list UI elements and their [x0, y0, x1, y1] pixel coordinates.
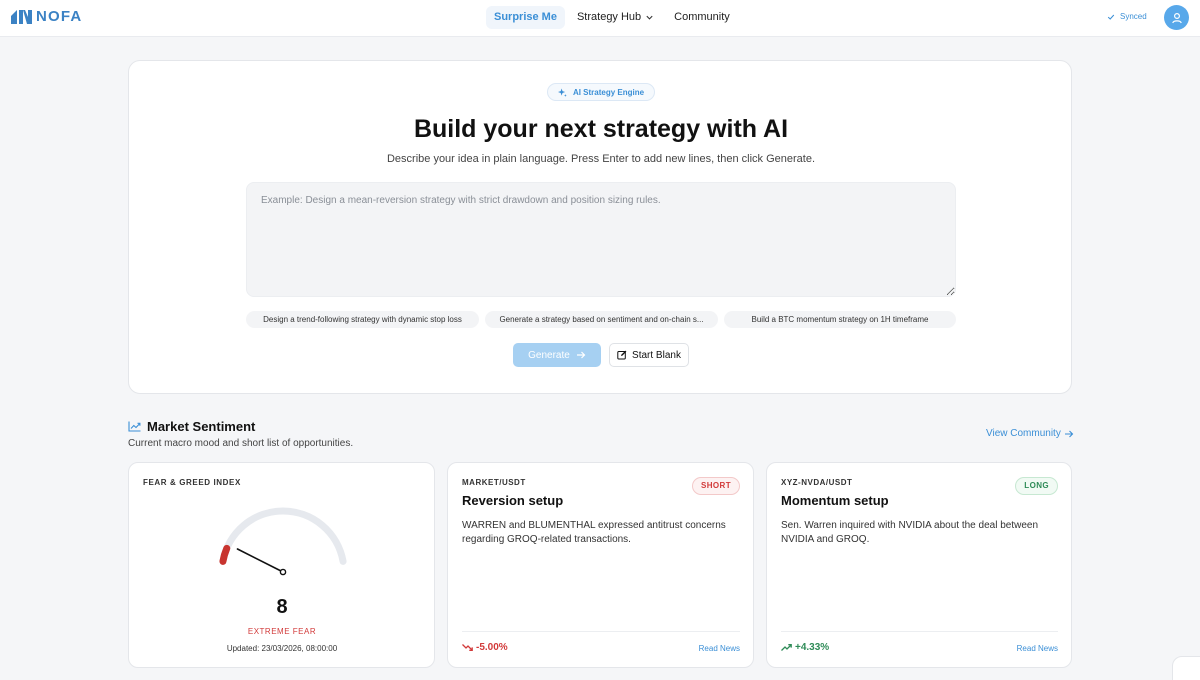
price-change: +4.33%: [781, 642, 829, 653]
fear-greed-updated: Updated: 23/03/2026, 08:00:00: [226, 644, 338, 653]
nav-item-strategy-hub[interactable]: Strategy Hub: [569, 6, 662, 29]
start-blank-button-label: Start Blank: [632, 349, 681, 361]
opportunity-description: WARREN and BLUMENTHAL expressed antitrus…: [462, 520, 726, 545]
ai-engine-badge-label: AI Strategy Engine: [572, 87, 645, 97]
logo-text: NOFA: [36, 8, 83, 25]
nav-item-community[interactable]: Community: [666, 6, 738, 29]
gauge-needle: [236, 548, 284, 573]
page-subtitle: Describe your idea in plain language. Pr…: [386, 153, 816, 165]
logo-mark-icon: [11, 10, 32, 24]
check-icon: [1107, 14, 1115, 20]
opportunity-title: Momentum setup: [781, 493, 889, 508]
suggestion-chip[interactable]: Generate a strategy based on sentiment a…: [485, 311, 718, 328]
trending-chart-icon: [128, 421, 141, 432]
side-badge-short: SHORT: [692, 477, 740, 495]
market-sentiment-heading: Market Sentiment: [128, 419, 255, 434]
price-change-value: +4.33%: [795, 642, 830, 653]
side-badge-long: LONG: [1015, 477, 1058, 495]
read-news-link[interactable]: Read News: [1017, 644, 1058, 653]
top-navigation-bar: NOFA Surprise Me Strategy Hub Community …: [0, 0, 1200, 37]
fear-greed-gauge: [219, 507, 347, 576]
generate-button[interactable]: Generate: [513, 343, 601, 367]
sync-status: Synced: [1107, 12, 1147, 21]
read-news-link[interactable]: Read News: [699, 644, 740, 653]
brand-logo[interactable]: NOFA: [11, 9, 82, 25]
sparkle-icon: [557, 87, 567, 97]
fear-greed-classification: EXTREME FEAR: [247, 627, 317, 636]
floating-panel-tab[interactable]: [1172, 656, 1200, 680]
nav-item-surprise-me[interactable]: Surprise Me: [486, 6, 565, 29]
gauge-fill: [219, 544, 231, 565]
opportunity-pair: XYZ-NVDA/USDT: [781, 478, 853, 487]
gauge-hub: [279, 568, 287, 576]
fear-greed-label: FEAR & GREED INDEX: [143, 478, 241, 487]
fear-greed-value: 8: [276, 596, 288, 618]
strategy-prompt-input[interactable]: [246, 182, 956, 297]
trending-up-icon: [781, 644, 792, 651]
price-change: -5.00%: [462, 642, 508, 653]
generate-button-label: Generate: [528, 349, 570, 361]
suggestion-chip[interactable]: Build a BTC momentum strategy on 1H time…: [724, 311, 956, 328]
strategy-builder-card: AI Strategy Engine Build your next strat…: [128, 60, 1072, 394]
suggestion-chip[interactable]: Design a trend-following strategy with d…: [246, 311, 479, 328]
opportunity-card: XYZ-NVDA/USDT Momentum setup LONG Sen. W…: [766, 462, 1072, 668]
suggestion-chips: Design a trend-following strategy with d…: [246, 311, 956, 328]
nav-item-label: Community: [674, 11, 730, 23]
opportunity-description: Sen. Warren inquired with NVIDIA about t…: [781, 520, 1039, 545]
start-blank-button[interactable]: Start Blank: [609, 343, 689, 367]
main-nav: Surprise Me Strategy Hub Community: [486, 6, 738, 29]
page-title: Build your next strategy with AI: [413, 115, 789, 143]
sync-status-label: Synced: [1120, 12, 1147, 21]
gauge-track: [219, 507, 347, 565]
nav-item-label: Strategy Hub: [576, 11, 642, 23]
divider: [462, 631, 740, 632]
edit-icon: [617, 350, 627, 360]
opportunity-card: MARKET/USDT Reversion setup SHORT WARREN…: [447, 462, 754, 668]
nav-item-label: Surprise Me: [494, 11, 557, 23]
price-change-value: -5.00%: [476, 642, 508, 653]
arrow-right-icon: [576, 351, 586, 359]
market-sentiment-subtitle: Current macro mood and short list of opp…: [128, 438, 354, 449]
opportunity-pair: MARKET/USDT: [462, 478, 526, 487]
user-avatar-button[interactable]: [1164, 5, 1189, 30]
chevron-down-icon: [646, 15, 653, 20]
market-sentiment-title: Market Sentiment: [147, 419, 256, 434]
view-community-label: View Community: [986, 428, 1061, 439]
ai-engine-badge: AI Strategy Engine: [547, 83, 655, 101]
arrow-right-icon: [1064, 430, 1074, 437]
view-community-link[interactable]: View Community: [986, 428, 1074, 439]
trending-down-icon: [462, 644, 473, 651]
fear-greed-card: FEAR & GREED INDEX 8 EXTREME FEAR Update…: [128, 462, 435, 668]
divider: [781, 631, 1058, 632]
user-icon: [1171, 12, 1182, 23]
opportunity-title: Reversion setup: [462, 493, 564, 508]
